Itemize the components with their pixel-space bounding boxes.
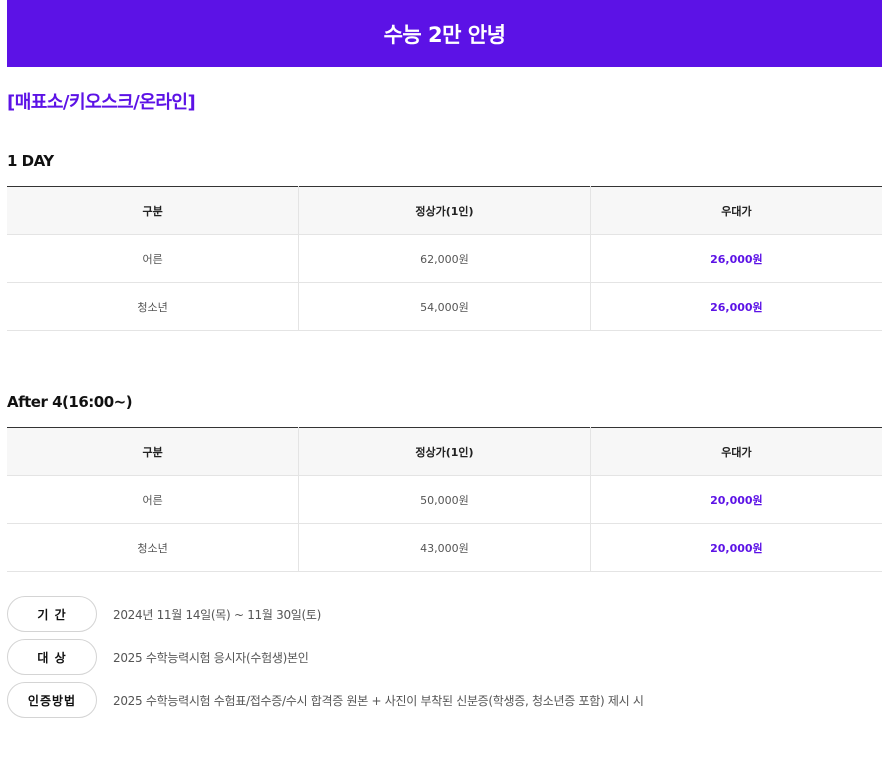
table-header-row: 구분 정상가(1인) 우대가 [7, 427, 882, 476]
period-text: 2024년 11월 14일(목) ~ 11월 30일(토) [113, 607, 322, 622]
column-header: 정상가(1인) [298, 186, 591, 235]
regular-price-cell: 43,000원 [298, 523, 591, 572]
info-row-target: 대 상 2025 수학능력시험 응시자(수험생)본인 [7, 639, 309, 675]
regular-price-cell: 50,000원 [298, 475, 591, 524]
price-table-1day: 구분 정상가(1인) 우대가 어른 62,000원 26,000원 청소년 54… [7, 186, 882, 331]
table-header-row: 구분 정상가(1인) 우대가 [7, 186, 882, 235]
promo-header: 수능 2만 안녕 [7, 0, 882, 67]
discount-price-cell: 26,000원 [590, 234, 882, 283]
regular-price-cell: 62,000원 [298, 234, 591, 283]
discount-price-cell: 20,000원 [590, 475, 882, 524]
info-row-period: 기 간 2024년 11월 14일(목) ~ 11월 30일(토) [7, 596, 321, 632]
discount-price-cell: 26,000원 [590, 282, 882, 331]
table-row: 어른 50,000원 20,000원 [7, 475, 882, 524]
category-cell: 어른 [7, 475, 300, 524]
column-header: 정상가(1인) [298, 427, 591, 476]
target-text: 2025 수학능력시험 응시자(수험생)본인 [113, 650, 309, 665]
section-title-after4: After 4(16:00~) [7, 393, 133, 411]
table-row: 청소년 43,000원 20,000원 [7, 523, 882, 572]
table-row: 어른 62,000원 26,000원 [7, 234, 882, 283]
column-header: 구분 [7, 186, 300, 235]
category-cell: 어른 [7, 234, 300, 283]
column-header: 우대가 [590, 427, 882, 476]
section-title-1day: 1 DAY [7, 152, 54, 170]
regular-price-cell: 54,000원 [298, 282, 591, 331]
period-label-pill: 기 간 [7, 596, 97, 632]
discount-price-cell: 20,000원 [590, 523, 882, 572]
verification-text: 2025 수학능력시험 수험표/접수증/수시 합격증 원본 + 사진이 부착된 … [113, 693, 644, 708]
sales-channel-label: [매표소/키오스크/온라인] [7, 92, 196, 113]
table-row: 청소년 54,000원 26,000원 [7, 282, 882, 331]
category-cell: 청소년 [7, 523, 300, 572]
category-cell: 청소년 [7, 282, 300, 331]
target-label-pill: 대 상 [7, 639, 97, 675]
price-table-after4: 구분 정상가(1인) 우대가 어른 50,000원 20,000원 청소년 43… [7, 427, 882, 572]
column-header: 우대가 [590, 186, 882, 235]
promo-title: 수능 2만 안녕 [383, 22, 506, 47]
column-header: 구분 [7, 427, 300, 476]
verification-label-pill: 인증방법 [7, 682, 97, 718]
info-row-verification: 인증방법 2025 수학능력시험 수험표/접수증/수시 합격증 원본 + 사진이… [7, 682, 644, 718]
